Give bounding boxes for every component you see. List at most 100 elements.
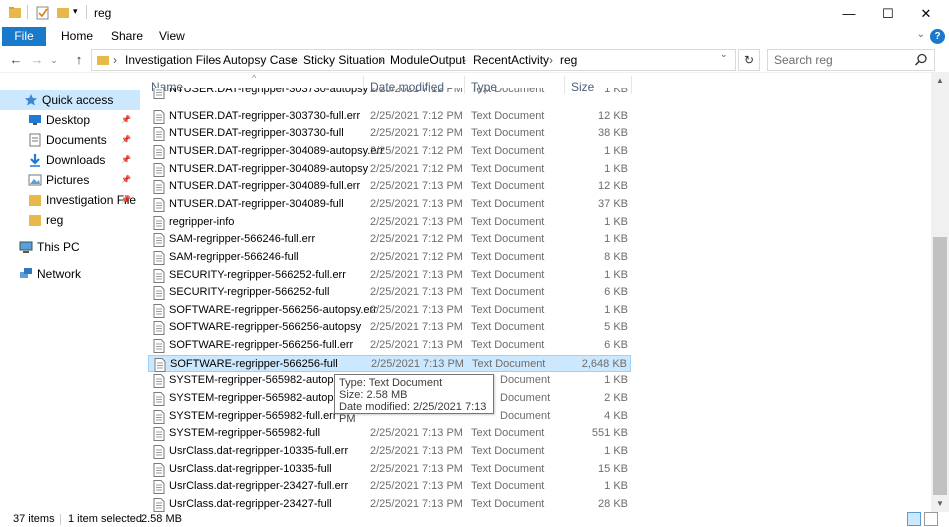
forward-button[interactable]: → <box>28 50 46 70</box>
pin-icon: 📌 <box>121 195 131 204</box>
breadcrumb-sticky-situation[interactable]: Sticky Situation <box>303 50 385 70</box>
breadcrumb-investigation-files[interactable]: Investigation Files <box>125 50 221 70</box>
network-icon <box>20 268 32 278</box>
file-row[interactable]: regripper-info 2/25/2021 7:13 PM Text Docu… <box>148 214 631 232</box>
text-document-icon <box>153 374 165 389</box>
large-icons-view-button[interactable] <box>924 512 938 526</box>
tab-file[interactable]: File <box>2 27 46 46</box>
column-divider[interactable] <box>631 76 632 94</box>
file-name: UsrClass.dat-regripper-23427-full <box>169 497 332 510</box>
file-type: Document <box>500 374 551 387</box>
file-row[interactable]: NTUSER.DAT-regripper-304089-full 2/25/202… <box>148 196 631 214</box>
scroll-up-icon[interactable]: ▲ <box>931 73 949 89</box>
computer-icon <box>19 241 33 253</box>
pin-icon: 📌 <box>121 115 131 124</box>
file-type: Text Document <box>472 357 546 370</box>
file-row[interactable]: UsrClass.dat-regripper-23427-full.err 2/2… <box>148 478 631 496</box>
file-size: 38 KB <box>598 127 628 140</box>
file-row[interactable]: UsrClass.dat-regripper-23427-full 2/25/20… <box>148 496 631 512</box>
file-row[interactable]: SOFTWARE-regripper-566256-autopsy.err 2/2… <box>148 302 631 320</box>
sidebar-item-pictures[interactable]: Pictures 📌 <box>0 170 140 190</box>
file-date: 2/25/2021 7:13 PM <box>370 321 463 334</box>
expand-ribbon-icon[interactable]: ⌄ <box>917 29 925 40</box>
tab-view[interactable]: View <box>159 27 185 46</box>
refresh-button[interactable]: ↻ <box>738 49 760 71</box>
sort-ascending-icon: ^ <box>252 73 257 83</box>
file-row[interactable]: NTUSER.DAT-regripper-303730-autopsy 2/25/… <box>148 88 631 100</box>
file-name: NTUSER.DAT-regripper-303730-full.err <box>169 109 361 122</box>
new-folder-icon[interactable] <box>56 5 70 21</box>
text-document-icon <box>153 427 165 442</box>
sidebar-item-reg[interactable]: reg <box>0 210 140 230</box>
address-dropdown-icon[interactable]: ⌄ <box>720 49 728 60</box>
text-document-icon <box>153 462 165 477</box>
close-button[interactable]: ✕ <box>903 0 949 27</box>
file-size: 6 KB <box>604 339 628 352</box>
file-name: UsrClass.dat-regripper-10335-full <box>169 462 332 475</box>
file-row[interactable]: SAM-regripper-566246-full.err 2/25/2021 7… <box>148 231 631 249</box>
file-date: 2/25/2021 7:13 PM <box>370 480 463 493</box>
breadcrumb-moduleoutput[interactable]: ModuleOutput <box>390 50 465 70</box>
sidebar-item-this-pc[interactable]: This PC <box>0 237 140 257</box>
file-type: Text Document <box>471 427 545 440</box>
file-row[interactable]: SOFTWARE-regripper-566256-full 2/25/2021 … <box>148 354 631 373</box>
file-row[interactable]: NTUSER.DAT-regripper-304089-autopsy.err 2… <box>148 143 631 161</box>
tab-share[interactable]: Share <box>111 27 143 46</box>
search-input[interactable]: Search reg <box>767 49 935 71</box>
file-row[interactable]: NTUSER.DAT-regripper-304089-full.err 2/25… <box>148 178 631 196</box>
scroll-down-icon[interactable]: ▼ <box>931 496 949 512</box>
file-row[interactable]: NTUSER.DAT-regripper-304089-autopsy 2/25/… <box>148 161 631 179</box>
file-row[interactable]: SOFTWARE-regripper-566256-autopsy 2/25/20… <box>148 319 631 337</box>
breadcrumb-autopsy-case[interactable]: Autopsy Case <box>223 50 298 70</box>
tooltip-modified: Date modified: 2/25/2021 7:13 PM <box>339 401 487 425</box>
file-size: 1 KB <box>604 480 628 493</box>
file-type: Document <box>500 409 551 422</box>
file-row[interactable]: SYSTEM-regripper-565982-full 2/25/2021 7:… <box>148 425 631 443</box>
tab-home[interactable]: Home <box>61 27 93 46</box>
file-size: 12 KB <box>598 109 628 122</box>
breadcrumb-recentactivity[interactable]: RecentActivity <box>473 50 549 70</box>
back-button[interactable]: ← <box>7 50 25 70</box>
file-row[interactable]: NTUSER.DAT-regripper-303730-full 2/25/202… <box>148 125 631 143</box>
scrollbar-thumb[interactable] <box>933 237 947 495</box>
file-row[interactable]: SECURITY-regripper-566252-full 2/25/2021 … <box>148 284 631 302</box>
sidebar-item-downloads[interactable]: Downloads 📌 <box>0 150 140 170</box>
file-row[interactable]: NTUSER.DAT-regripper-303730-full.err 2/25… <box>148 108 631 126</box>
file-row[interactable]: SAM-regripper-566246-full 2/25/2021 7:12 … <box>148 249 631 267</box>
file-type: Text Document <box>471 268 545 281</box>
sidebar-item-quick-access[interactable]: Quick access <box>0 90 140 110</box>
text-document-icon <box>153 88 165 99</box>
folder-icon <box>29 215 41 226</box>
file-row[interactable]: UsrClass.dat-regripper-10335-full.err 2/2… <box>148 443 631 461</box>
file-type: Text Document <box>471 497 545 510</box>
sidebar-item-documents[interactable]: Documents 📌 <box>0 130 140 150</box>
file-date: 2/25/2021 7:13 PM <box>370 268 463 281</box>
file-date: 2/25/2021 7:12 PM <box>370 127 463 140</box>
properties-icon[interactable] <box>36 5 50 21</box>
breadcrumb-separator: › <box>379 53 383 67</box>
file-size: 1 KB <box>604 445 628 457</box>
sidebar-item-desktop[interactable]: Desktop 📌 <box>0 110 140 130</box>
text-document-icon <box>153 445 165 459</box>
details-view-button[interactable] <box>907 512 921 526</box>
recent-locations-button[interactable]: ⌄ <box>45 50 63 70</box>
file-row[interactable]: SOFTWARE-regripper-566256-full.err 2/25/2… <box>148 337 631 355</box>
folder-icon <box>29 195 41 206</box>
file-type: Text Document <box>471 303 545 316</box>
sidebar-item-network[interactable]: Network <box>0 264 140 284</box>
breadcrumb-separator: › <box>113 53 117 67</box>
file-row[interactable]: UsrClass.dat-regripper-10335-full 2/25/20… <box>148 461 631 479</box>
sidebar-item-investigation-file[interactable]: Investigation File 📌 <box>0 190 140 210</box>
file-size: 12 KB <box>598 180 628 193</box>
breadcrumb-reg[interactable]: reg <box>560 50 577 70</box>
file-row[interactable]: SECURITY-regripper-566252-full.err 2/25/2… <box>148 267 631 285</box>
up-button[interactable]: ↑ <box>70 50 88 70</box>
help-icon[interactable]: ? <box>930 29 945 44</box>
desktop-icon <box>29 115 41 125</box>
file-name: NTUSER.DAT-regripper-304089-full <box>169 197 344 210</box>
vertical-scrollbar[interactable]: ▲ ▼ <box>931 73 949 512</box>
tooltip-type: Type: Text Document <box>339 377 443 389</box>
search-icon[interactable] <box>914 53 928 67</box>
customize-toolbar-icon[interactable]: ▾ <box>73 6 78 17</box>
address-bar[interactable]: › Investigation Files › Autopsy Case › S… <box>91 49 736 71</box>
